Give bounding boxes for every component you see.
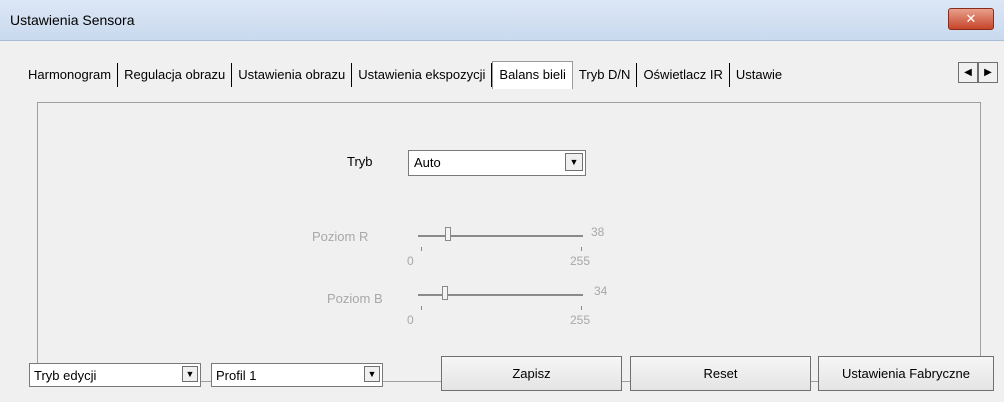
slider-r-value: 38 — [591, 225, 605, 239]
slider-r-track[interactable] — [418, 235, 583, 237]
factory-settings-button[interactable]: Ustawienia Fabryczne — [818, 356, 994, 391]
slider-b-max-label: 255 — [570, 313, 591, 327]
tab-ustawienia-more[interactable]: Ustawie — [730, 63, 788, 87]
tab-harmonogram[interactable]: Harmonogram — [22, 63, 119, 87]
chevron-down-icon: ▼ — [364, 366, 380, 382]
slider-b-tick-min — [421, 306, 422, 310]
chevron-down-icon: ▼ — [565, 153, 583, 171]
profile-value: Profil 1 — [216, 368, 257, 383]
slider-b-min-label: 0 — [407, 313, 414, 327]
slider-b-tick-max — [581, 306, 582, 310]
tab-scroll-buttons: ◀ ▶ — [958, 62, 998, 83]
slider-r-thumb[interactable] — [445, 227, 451, 241]
slider-r-tick-min — [421, 247, 422, 251]
window-title: Ustawienia Sensora — [10, 12, 135, 28]
close-icon: ✕ — [965, 11, 977, 26]
tab-ustawienia-obrazu[interactable]: Ustawienia obrazu — [232, 63, 353, 87]
slider-r-tick-max — [581, 247, 582, 251]
tab-strip: Harmonogram Regulacja obrazu Ustawienia ob… — [22, 61, 984, 89]
mode-select-value: Auto — [414, 155, 441, 170]
tab-scroll-left-button[interactable]: ◀ — [958, 62, 978, 83]
mode-label: Tryb — [347, 154, 373, 169]
slider-b-label: Poziom B — [327, 291, 383, 306]
slider-b-thumb[interactable] — [442, 286, 448, 300]
arrow-left-icon: ◀ — [964, 67, 972, 78]
white-balance-panel: Tryb Auto ▼ Poziom R 38 0 255 Poziom B 3… — [37, 102, 981, 382]
tab-scroll-right-button[interactable]: ▶ — [978, 62, 998, 83]
edit-mode-value: Tryb edycji — [34, 368, 97, 383]
window-body: Harmonogram Regulacja obrazu Ustawienia ob… — [0, 41, 1004, 402]
slider-b-value: 34 — [594, 284, 608, 298]
mode-select[interactable]: Auto ▼ — [408, 150, 586, 176]
reset-button[interactable]: Reset — [630, 356, 811, 391]
tab-tryb-dn[interactable]: Tryb D/N — [573, 63, 638, 87]
edit-mode-select[interactable]: Tryb edycji ▼ — [29, 363, 201, 387]
close-button[interactable]: ✕ — [948, 8, 994, 30]
tab-regulacja-obrazu[interactable]: Regulacja obrazu — [118, 63, 233, 87]
tab-balans-bieli[interactable]: Balans bieli — [492, 61, 573, 89]
title-bar: Ustawienia Sensora ✕ — [0, 0, 1004, 41]
slider-r-label: Poziom R — [312, 229, 369, 244]
slider-r-min-label: 0 — [407, 254, 414, 268]
chevron-down-icon: ▼ — [182, 366, 198, 382]
slider-r-max-label: 255 — [570, 254, 591, 268]
arrow-right-icon: ▶ — [984, 67, 992, 78]
save-button[interactable]: Zapisz — [441, 356, 622, 391]
tab-ustawienia-ekspozycji[interactable]: Ustawienia ekspozycji — [352, 63, 493, 87]
profile-select[interactable]: Profil 1 ▼ — [211, 363, 383, 387]
tab-oswietlacz-ir[interactable]: Oświetlacz IR — [637, 63, 730, 87]
